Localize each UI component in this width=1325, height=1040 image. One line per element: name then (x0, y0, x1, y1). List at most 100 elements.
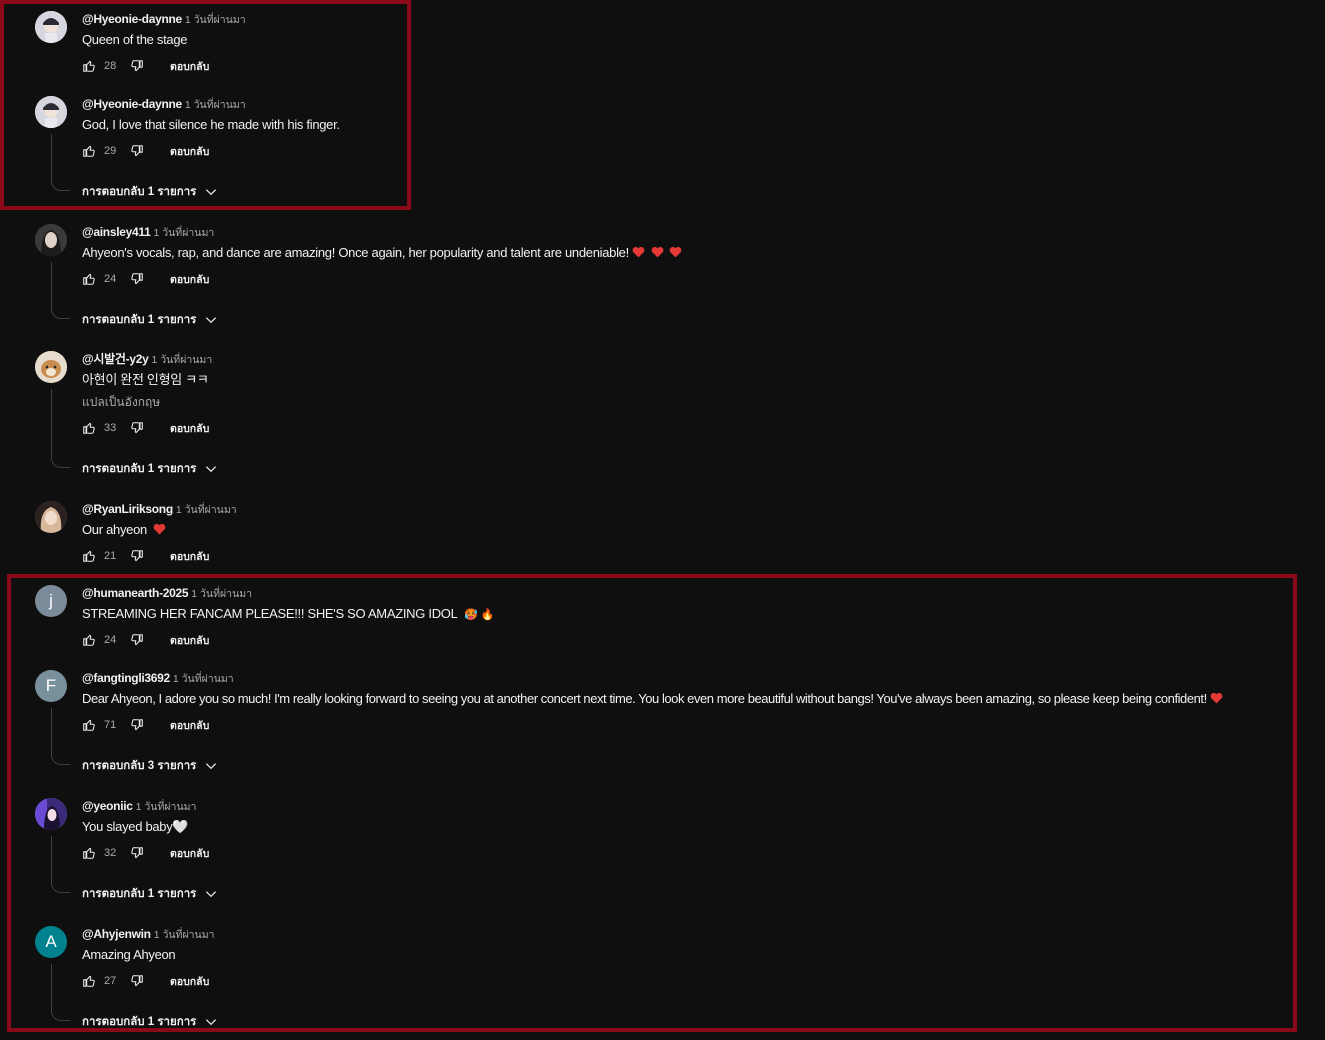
like-icon[interactable] (82, 718, 96, 732)
comment-header: @Hyeonie-daynne 1 วันที่ผ่านมา (82, 96, 246, 113)
avatar[interactable] (35, 798, 67, 830)
like-count: 33 (104, 422, 117, 434)
thread-line (51, 389, 52, 455)
avatar-photo-icon (35, 798, 67, 830)
dislike-icon[interactable] (130, 633, 144, 647)
like-count: 71 (104, 719, 117, 731)
comment-time[interactable]: 1 วันที่ผ่านมา (176, 504, 237, 516)
comment-time[interactable]: 1 วันที่ผ่านมา (185, 14, 246, 26)
avatar[interactable] (35, 501, 67, 533)
comment-text-content: STREAMING HER FANCAM PLEASE!!! SHE'S SO … (82, 606, 458, 621)
heart-emoji-icon (651, 246, 663, 258)
reply-button[interactable]: ตอบกลับ (170, 717, 209, 734)
comment-time[interactable]: 1 วันที่ผ่านมา (173, 673, 234, 685)
avatar[interactable] (35, 224, 67, 256)
thread-connector (51, 306, 70, 319)
like-count: 28 (104, 60, 117, 72)
comment-time[interactable]: 1 วันที่ผ่านมา (154, 929, 215, 941)
view-replies-button[interactable]: การตอบกลับ 3 รายการ (82, 757, 218, 775)
replies-label: การตอบกลับ 3 รายการ (82, 760, 197, 772)
reply-button[interactable]: ตอบกลับ (170, 143, 209, 160)
like-count: 27 (104, 975, 117, 987)
comment-time[interactable]: 1 วันที่ผ่านมา (153, 227, 214, 239)
avatar-letter: F (45, 676, 57, 695)
comment-actions: 33 ตอบกลับ (82, 420, 209, 436)
avatar[interactable]: j (35, 585, 67, 617)
like-count: 21 (104, 550, 117, 562)
reply-button[interactable]: ตอบกลับ (170, 973, 209, 990)
dislike-icon[interactable] (130, 549, 144, 563)
avatar[interactable] (35, 351, 67, 383)
chevron-down-icon (206, 763, 217, 770)
author-handle[interactable]: @RyanLiriksong (82, 502, 173, 516)
like-icon[interactable] (82, 272, 96, 286)
comment-actions: 27 ตอบกลับ (82, 973, 209, 989)
avatar-photo-icon (35, 96, 67, 128)
like-icon[interactable] (82, 59, 96, 73)
thread-line (51, 964, 52, 1008)
comment-text-content: Dear Ahyeon, I adore you so much! I'm re… (82, 691, 1207, 706)
replies-label: การตอบกลับ 1 รายการ (82, 186, 197, 198)
like-icon[interactable] (82, 633, 96, 647)
view-replies-button[interactable]: การตอบกลับ 1 รายการ (82, 460, 218, 478)
dislike-icon[interactable] (130, 846, 144, 860)
author-handle[interactable]: @Hyeonie-daynne (82, 97, 182, 111)
comment-time[interactable]: 1 วันที่ผ่านมา (136, 801, 197, 813)
dislike-icon[interactable] (130, 272, 144, 286)
translate-link[interactable]: แปลเป็นอังกฤษ (82, 393, 160, 412)
comment-text: God, I love that silence he made with hi… (82, 117, 340, 132)
view-replies-button[interactable]: การตอบกลับ 1 รายการ (82, 1013, 218, 1031)
like-icon[interactable] (82, 144, 96, 158)
thread-connector (51, 752, 70, 765)
reply-button[interactable]: ตอบกลับ (170, 271, 209, 288)
replies-label: การตอบกลับ 1 รายการ (82, 463, 197, 475)
reply-button[interactable]: ตอบกลับ (170, 548, 209, 565)
dislike-icon[interactable] (130, 974, 144, 988)
view-replies-button[interactable]: การตอบกลับ 1 รายการ (82, 311, 218, 329)
comment-actions: 24 ตอบกลับ (82, 271, 209, 287)
author-handle[interactable]: @ainsley411 (82, 225, 151, 239)
comment-time[interactable]: 1 วันที่ผ่านมา (191, 588, 252, 600)
comment-time[interactable]: 1 วันที่ผ่านมา (151, 354, 212, 366)
chevron-down-icon (206, 466, 217, 473)
comment-text-content: Our ahyeon (82, 522, 147, 537)
chevron-down-icon (206, 317, 217, 324)
view-replies-button[interactable]: การตอบกลับ 1 รายการ (82, 183, 218, 201)
comment-actions: 32 ตอบกลับ (82, 845, 209, 861)
like-icon[interactable] (82, 549, 96, 563)
author-handle[interactable]: @fangtingli3692 (82, 671, 170, 685)
like-icon[interactable] (82, 974, 96, 988)
avatar-photo-icon (35, 224, 67, 256)
avatar[interactable]: A (35, 926, 67, 958)
dislike-icon[interactable] (130, 718, 144, 732)
reply-button[interactable]: ตอบกลับ (170, 420, 209, 437)
like-icon[interactable] (82, 421, 96, 435)
dislike-icon[interactable] (130, 144, 144, 158)
heart-emoji-icon (669, 246, 682, 258)
author-handle[interactable]: @Ahyjenwin (82, 927, 151, 941)
comment-time[interactable]: 1 วันที่ผ่านมา (185, 99, 246, 111)
reply-button[interactable]: ตอบกลับ (170, 845, 209, 862)
thread-connector (51, 1008, 70, 1021)
like-count: 32 (104, 847, 117, 859)
heart-emoji-icon (632, 246, 645, 258)
avatar[interactable]: F (35, 670, 67, 702)
like-icon[interactable] (82, 846, 96, 860)
comment-actions: 29 ตอบกลับ (82, 143, 209, 159)
comment-text: Dear Ahyeon, I adore you so much! I'm re… (82, 690, 1223, 708)
comment-actions: 71 ตอบกลับ (82, 717, 209, 733)
view-replies-button[interactable]: การตอบกลับ 1 รายการ (82, 885, 218, 903)
replies-label: การตอบกลับ 1 รายการ (82, 888, 197, 900)
avatar[interactable] (35, 11, 67, 43)
dislike-icon[interactable] (130, 59, 144, 73)
reply-button[interactable]: ตอบกลับ (170, 58, 209, 75)
author-handle[interactable]: @humanearth-2025 (82, 586, 189, 600)
dislike-icon[interactable] (130, 421, 144, 435)
avatar[interactable] (35, 96, 67, 128)
author-handle[interactable]: @yeoniic (82, 799, 133, 813)
replies-label: การตอบกลับ 1 รายการ (82, 314, 197, 326)
avatar-letter: A (45, 932, 57, 951)
author-handle[interactable]: @시발건-y2y (82, 352, 149, 366)
author-handle[interactable]: @Hyeonie-daynne (82, 12, 182, 26)
reply-button[interactable]: ตอบกลับ (170, 632, 209, 649)
